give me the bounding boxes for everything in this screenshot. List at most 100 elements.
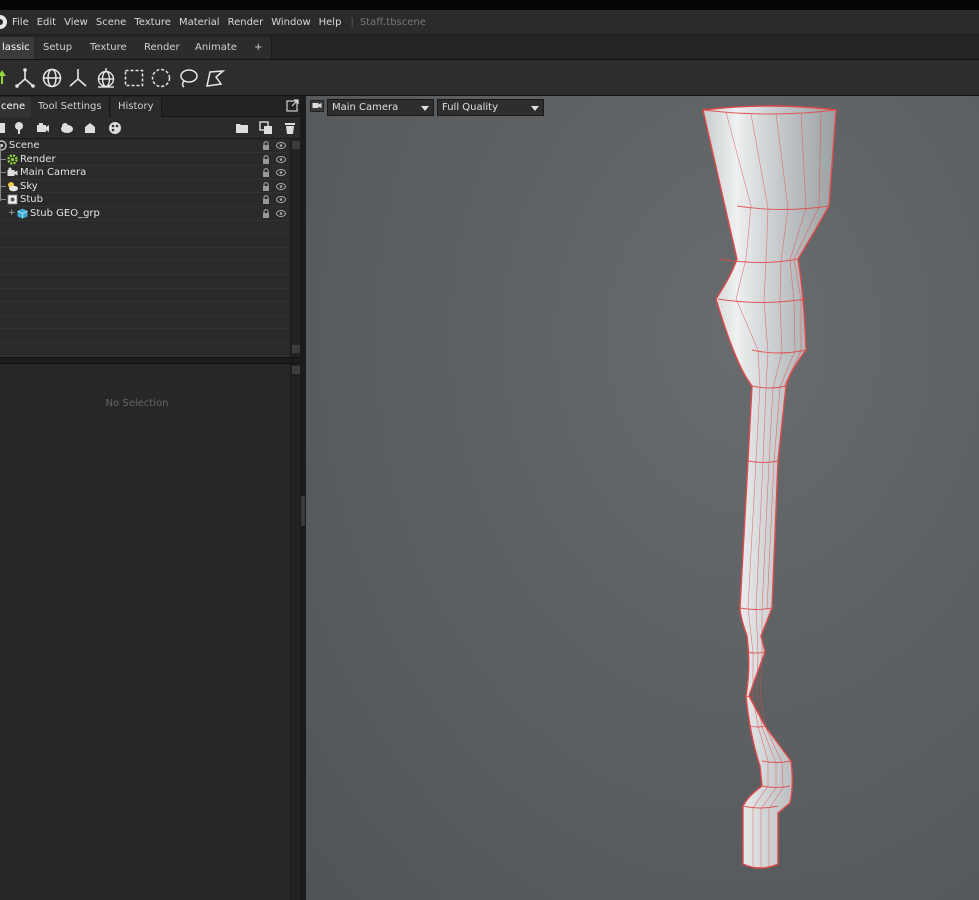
staff-mesh[interactable] (306, 96, 979, 900)
menu-window[interactable]: Window (271, 17, 310, 28)
menu-texture[interactable]: Texture (134, 17, 171, 28)
scroll-up-icon[interactable] (292, 366, 300, 374)
window-top-strip (0, 0, 979, 10)
tab-animate[interactable]: Animate (186, 37, 247, 59)
list-item[interactable]: Scene (0, 139, 290, 153)
3d-viewport[interactable]: Main Camera Full Quality (306, 96, 979, 900)
outliner-scrollbar[interactable] (290, 139, 300, 357)
popout-icon[interactable] (286, 99, 299, 112)
empty-row (0, 248, 290, 262)
outliner-label: Sky (20, 180, 38, 192)
eye-icon[interactable] (276, 155, 286, 163)
camera-select-value: Main Camera (332, 102, 399, 113)
add-light-icon[interactable] (12, 121, 26, 135)
outliner-toolbar (0, 117, 303, 139)
menu-material[interactable]: Material (179, 17, 220, 28)
lock-icon[interactable] (262, 140, 270, 151)
transform-tool-icon[interactable] (14, 67, 36, 89)
duplicate-icon[interactable] (259, 121, 273, 135)
lock-icon[interactable] (262, 154, 270, 165)
scale-tool-icon[interactable] (67, 67, 89, 89)
scene-icon (0, 140, 7, 151)
tab-texture[interactable]: Texture (81, 37, 137, 59)
main-toolbar (0, 60, 979, 96)
add-camera-icon[interactable] (36, 121, 50, 135)
add-shadow-catcher-icon[interactable] (83, 121, 97, 135)
divider-grip[interactable] (301, 496, 305, 526)
menu-separator: | (350, 17, 354, 28)
rotate-tool-icon[interactable] (41, 67, 63, 89)
scene-outliner: Scene Render Main Camera Sky Stub + Stub… (0, 139, 290, 357)
list-item[interactable]: + Stub GEO_grp (0, 207, 290, 221)
empty-row (0, 302, 290, 316)
empty-row (0, 316, 290, 330)
outliner-label: Stub (20, 194, 43, 206)
menu-bar: File Edit View Scene Texture Material Re… (0, 10, 979, 35)
chevron-down-icon (531, 106, 539, 111)
list-item[interactable]: Sky (0, 180, 290, 194)
add-material-icon[interactable] (108, 121, 122, 135)
list-item[interactable]: Main Camera (0, 166, 290, 180)
eye-icon[interactable] (276, 196, 286, 204)
ellipse-select-icon[interactable] (150, 67, 172, 89)
tab-tool-settings[interactable]: Tool Settings (31, 97, 110, 117)
scene-panel: cene Tool Settings History Scene Render (0, 96, 303, 900)
file-title: Staff.tbscene (359, 17, 426, 28)
rect-select-icon[interactable] (123, 67, 145, 89)
scroll-up-icon[interactable] (292, 141, 300, 149)
workspace-tab-bar: lassic Setup Texture Render Animate + (0, 35, 979, 60)
empty-row (0, 329, 290, 343)
folder-icon[interactable] (235, 121, 249, 135)
empty-row (0, 289, 290, 303)
outliner-label: Render (20, 153, 56, 165)
eye-icon[interactable] (276, 210, 286, 217)
viewport-camera-icon[interactable] (310, 100, 324, 112)
lasso-select-icon[interactable] (177, 67, 199, 89)
eye-icon[interactable] (276, 142, 286, 149)
properties-panel: No Selection (0, 364, 290, 900)
scroll-down-icon[interactable] (292, 345, 300, 353)
delete-icon[interactable] (283, 121, 297, 135)
properties-scrollbar[interactable] (290, 364, 300, 900)
tab-render[interactable]: Render (135, 37, 190, 59)
menu-render[interactable]: Render (228, 17, 264, 28)
menu-scene[interactable]: Scene (96, 17, 127, 28)
eye-icon[interactable] (276, 169, 286, 177)
empty-row (0, 261, 290, 275)
pivot-tool-icon[interactable] (95, 67, 117, 89)
add-tab-button[interactable]: + (245, 37, 273, 59)
empty-row (0, 234, 290, 248)
lock-icon[interactable] (262, 194, 270, 205)
add-object-icon[interactable] (0, 121, 8, 135)
no-selection-text: No Selection (105, 398, 169, 409)
add-sky-icon[interactable] (60, 121, 74, 135)
tab-history[interactable]: History (111, 97, 162, 117)
tab-setup[interactable]: Setup (34, 37, 83, 59)
lock-icon[interactable] (262, 208, 270, 219)
lock-icon[interactable] (262, 181, 270, 192)
camera-select[interactable]: Main Camera (327, 99, 434, 116)
outliner-label: Scene (9, 140, 40, 151)
list-item[interactable]: Stub (0, 193, 290, 207)
polygon-select-icon[interactable] (204, 67, 226, 89)
panel-splitter[interactable] (0, 357, 303, 364)
empty-row (0, 221, 290, 235)
expand-icon[interactable]: + (8, 209, 16, 218)
lock-icon[interactable] (262, 167, 270, 178)
outliner-label: Main Camera (20, 167, 87, 179)
tab-scene[interactable]: cene (0, 97, 34, 117)
move-tool-icon[interactable] (0, 67, 10, 89)
menu-help[interactable]: Help (319, 17, 342, 28)
menu-view[interactable]: View (64, 17, 88, 28)
quality-select[interactable]: Full Quality (437, 99, 544, 116)
chevron-down-icon (421, 106, 429, 111)
menu-file[interactable]: File (12, 17, 29, 28)
menu-edit[interactable]: Edit (37, 17, 56, 28)
app-logo-icon[interactable] (0, 15, 7, 29)
quality-select-value: Full Quality (442, 102, 499, 113)
empty-row (0, 343, 290, 357)
eye-icon[interactable] (276, 182, 286, 190)
outliner-label: Stub GEO_grp (30, 208, 100, 219)
list-item[interactable]: Render (0, 153, 290, 167)
gear-icon (7, 153, 18, 165)
